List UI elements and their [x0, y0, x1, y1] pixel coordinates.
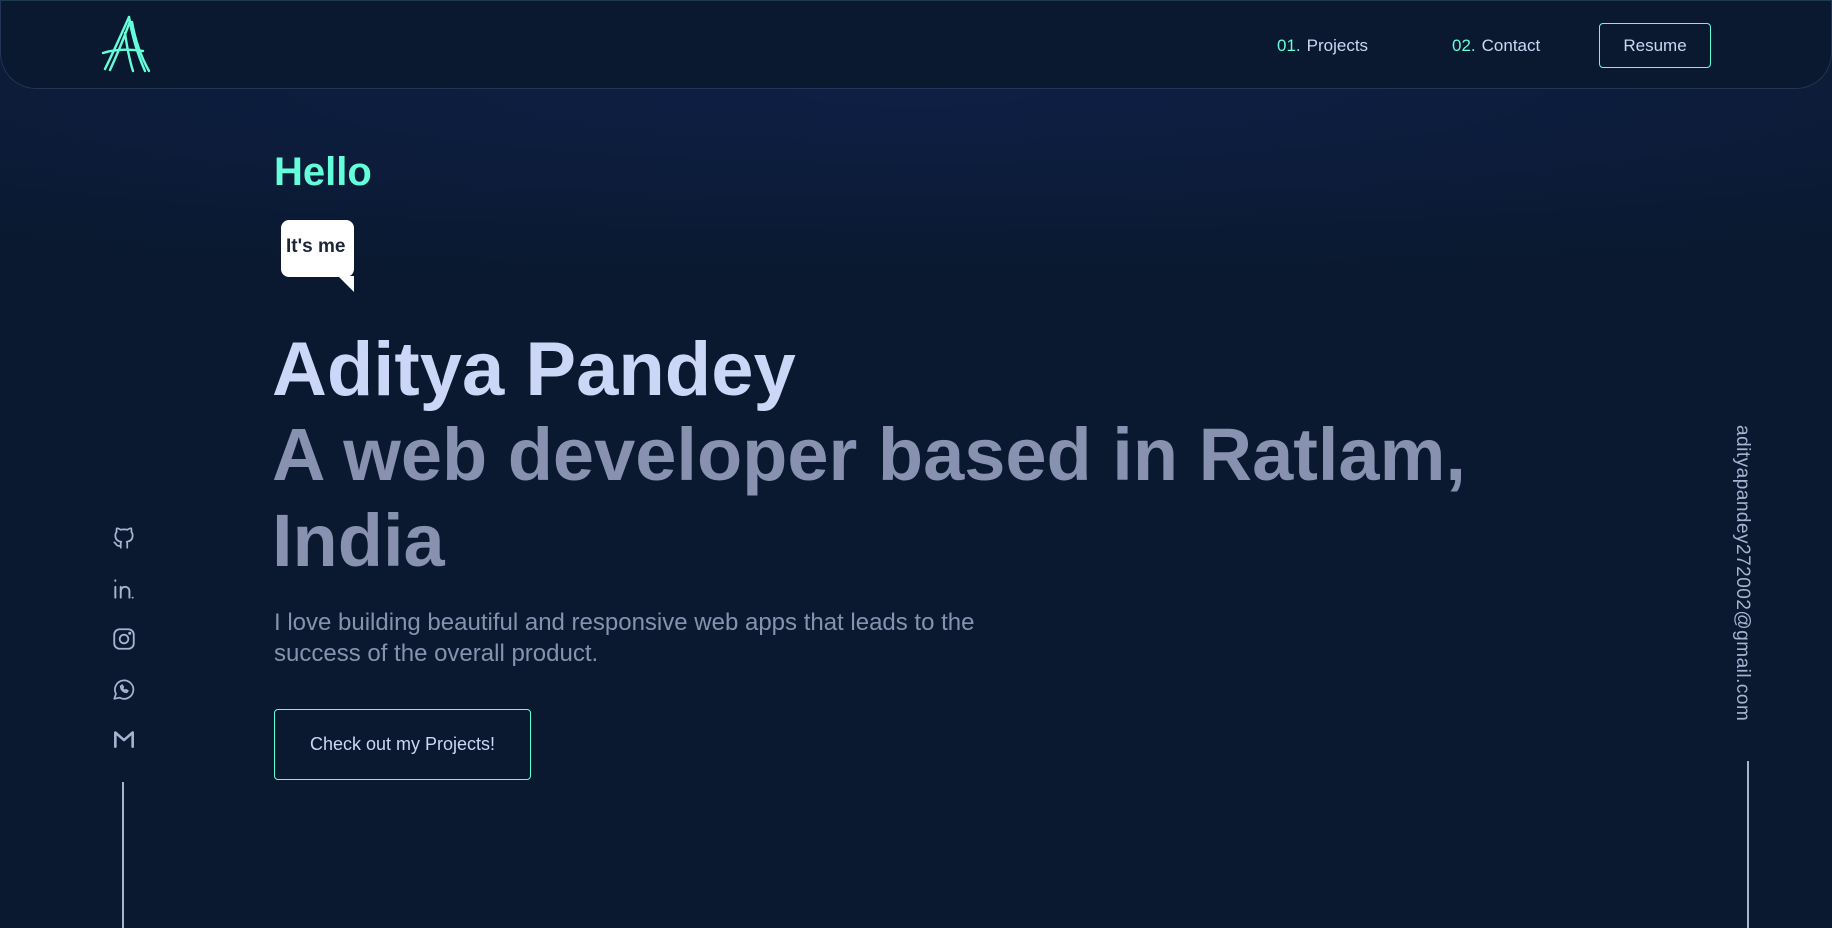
resume-button[interactable]: Resume: [1599, 23, 1711, 68]
nav-projects[interactable]: 01. Projects: [1277, 36, 1368, 56]
github-icon[interactable]: [111, 525, 137, 551]
logo-icon[interactable]: [99, 13, 153, 75]
linkedin-icon[interactable]: [111, 576, 137, 602]
site-header: 01. Projects 02. Contact Resume: [0, 0, 1832, 89]
instagram-icon[interactable]: [111, 626, 137, 652]
hero-tagline: A web developer based in Ratlam, India: [272, 413, 1466, 582]
nav-number: 01.: [1277, 36, 1301, 55]
whatsapp-icon[interactable]: [111, 676, 137, 702]
nav-contact[interactable]: 02. Contact: [1452, 36, 1540, 56]
nav-number: 02.: [1452, 36, 1476, 55]
speech-bubble-text: It's me: [286, 236, 346, 257]
email-link[interactable]: adityapandey272002@gmail.com: [1731, 425, 1753, 721]
gmail-icon[interactable]: [111, 726, 137, 752]
email-divider-line: [1747, 761, 1749, 928]
greeting: Hello: [274, 150, 372, 194]
speech-bubble: It's me: [281, 220, 354, 292]
nav-label: Projects: [1306, 36, 1369, 55]
hero-description: I love building beautiful and responsive…: [274, 609, 975, 667]
nav-label: Contact: [1481, 36, 1541, 55]
sidebar-divider-line: [122, 782, 124, 928]
projects-cta-button[interactable]: Check out my Projects!: [274, 709, 531, 780]
hero-name: Aditya Pandey: [272, 327, 796, 412]
